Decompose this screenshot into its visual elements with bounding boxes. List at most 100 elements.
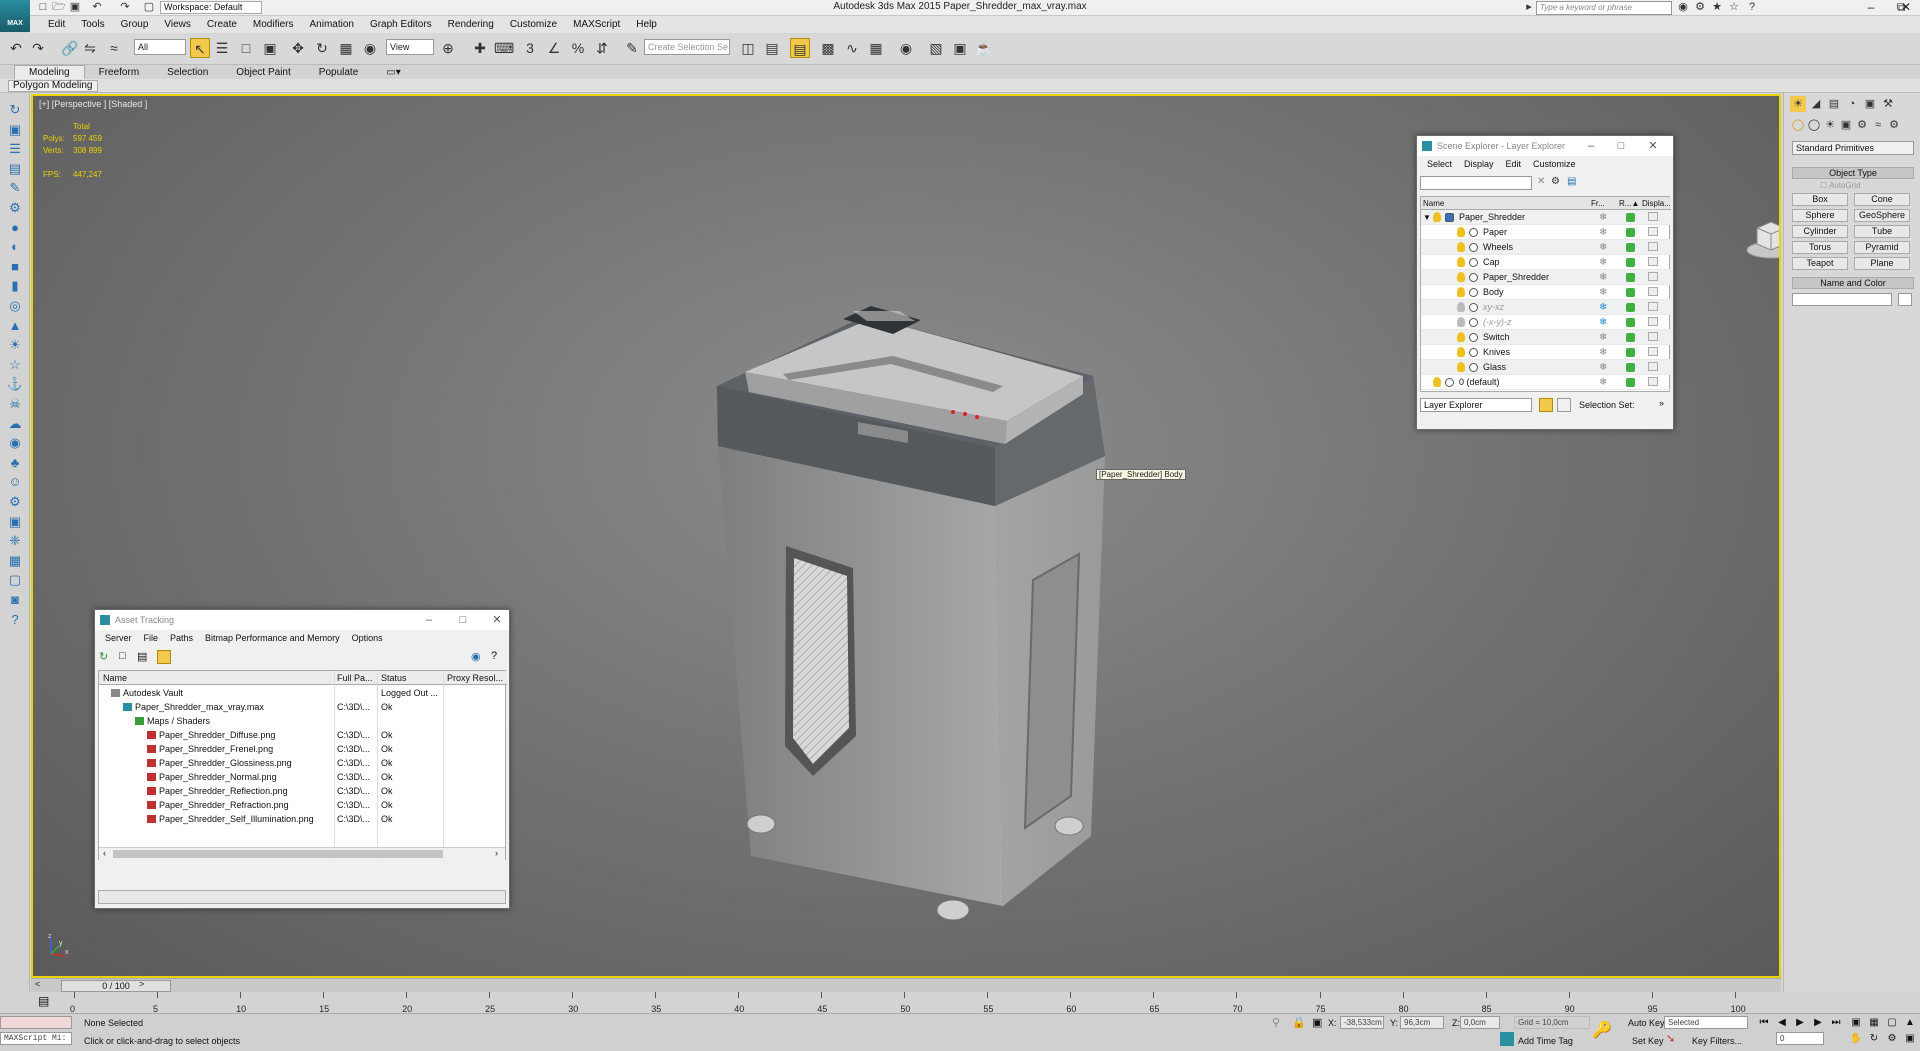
refresh-icon[interactable]: ↻ [99,650,108,663]
primitive-pyramid-button[interactable]: Pyramid [1854,241,1910,254]
layer-row[interactable]: Wheels ❄ [1421,240,1671,255]
select-by-name-icon[interactable]: ☰ [212,38,232,58]
absolute-mode-icon[interactable]: ▣ [1312,1016,1322,1029]
select-object-icon[interactable]: ↖ [190,38,210,58]
display-icon[interactable] [1648,347,1658,356]
hierarchy-tab-icon[interactable]: ▤ [1826,96,1842,112]
selection-filter-dropdown[interactable]: All [134,39,186,55]
renderable-icon[interactable] [1626,318,1635,327]
close-icon[interactable]: ✕ [483,610,511,630]
isolate-icon[interactable]: ⚲ [1272,1016,1280,1029]
cameras-icon[interactable]: ▣ [1838,117,1854,133]
maxscript-mini-listener[interactable]: MAXScript Mi: [0,1032,72,1045]
redo-icon[interactable]: ↷ [118,1,132,14]
x-coordinate-field[interactable]: -38,533cm [1340,1016,1384,1029]
menu-maxscript[interactable]: MAXScript [565,19,628,30]
freeze-icon[interactable]: ❄ [1599,345,1607,360]
paper-shredder-model[interactable] [653,216,1113,936]
display-icon[interactable] [1648,242,1658,251]
renderable-icon[interactable] [1626,213,1635,222]
asset-row[interactable]: Paper_Shredder_Self_Illumination.png C:\3… [99,812,507,826]
lock-selection-icon[interactable]: 🔒 [1292,1016,1306,1029]
render-production-icon[interactable]: ☕ [974,38,994,58]
scroll-thumb[interactable] [113,850,443,858]
object-name-input[interactable] [1792,293,1892,306]
cone-icon[interactable]: ▲ [6,317,24,335]
pivot-center-icon[interactable]: ⊕ [438,38,458,58]
layer-row[interactable]: Paper ❄ [1421,225,1671,240]
asset-row[interactable]: Paper_Shredder_Refraction.png C:\3D\... Ok [99,798,507,812]
key-mode-dropdown[interactable]: Selected [1664,1016,1748,1029]
display-icon[interactable] [1648,302,1658,311]
polygon-modeling-button[interactable]: Polygon Modeling [8,80,98,92]
horizontal-scrollbar[interactable]: ‹ › [99,847,505,860]
ribbon-tab-selection[interactable]: Selection [153,67,222,78]
undo-icon[interactable]: ↶ [6,38,26,58]
space-warps-icon[interactable]: ≈ [1870,117,1886,133]
primitive-plane-button[interactable]: Plane [1854,257,1910,270]
column-display[interactable]: Displa... [1642,197,1671,210]
previous-frame-icon[interactable]: ◀ [1774,1016,1790,1030]
column-name[interactable]: Name [1423,197,1444,210]
viewcube[interactable] [1745,216,1781,260]
current-frame-field[interactable]: 0 [1776,1032,1824,1045]
communication-icon[interactable]: ★ [1710,1,1724,14]
display-icon[interactable] [1648,362,1658,371]
lights-icon[interactable]: ☀ [1822,117,1838,133]
app-logo[interactable]: MAX [0,0,30,32]
render-setup-icon[interactable]: ▧ [926,38,946,58]
modifier-icon[interactable]: ⚙ [6,199,24,217]
maximize-viewport-icon[interactable]: ▢ [1884,1016,1900,1030]
renderable-icon[interactable] [1626,378,1635,387]
frame-icon[interactable]: ▢ [6,571,24,589]
freeze-icon[interactable]: ❄ [1599,375,1607,390]
shapes-icon[interactable]: ◯ [1806,117,1822,133]
renderable-icon[interactable] [1626,303,1635,312]
new-icon[interactable]: □ [119,650,126,662]
renderable-icon[interactable] [1626,348,1635,357]
layer-row[interactable]: Body ❄ [1421,285,1671,300]
se-menu-customize[interactable]: Customize [1527,159,1582,169]
freeze-icon[interactable]: ❄ [1599,210,1607,225]
key-icon[interactable]: 🔑 [1592,1020,1612,1040]
scene-explorer-search-input[interactable] [1420,176,1532,190]
menu-tools[interactable]: Tools [73,19,112,30]
scene-explorer-titlebar[interactable]: Scene Explorer - Layer Explorer – □ ✕ [1417,136,1673,156]
renderable-icon[interactable] [1626,333,1635,342]
minimize-icon[interactable]: – [415,610,443,630]
asset-row[interactable]: Paper_Shredder_Reflection.png C:\3D\... Ok [99,784,507,798]
helpers-icon[interactable]: ⚙ [1854,117,1870,133]
zoom-all-icon[interactable]: ▦ [1866,1016,1882,1030]
close-icon[interactable]: ✕ [1639,136,1667,156]
layer-row[interactable]: Knives ❄ [1421,345,1671,360]
time-tag-icon[interactable] [1500,1032,1514,1046]
rendered-frame-window-icon[interactable]: ▣ [950,38,970,58]
undo-icon[interactable]: ↶ [90,1,104,14]
reference-coord-dropdown[interactable]: View [386,39,434,55]
snaps-toggle-icon[interactable]: 3 [520,38,540,58]
subscription-icon[interactable]: ⚙ [1693,1,1707,14]
select-manipulate-icon[interactable]: ✚ [470,38,490,58]
vault-icon[interactable]: ◉ [471,650,481,663]
primitive-sphere-button[interactable]: Sphere [1792,209,1848,222]
layer-row[interactable]: 0 (default) ❄ [1421,375,1671,390]
spinner-snap-icon[interactable]: ⇵ [592,38,612,58]
expand-icon[interactable]: ▸ [1522,1,1536,14]
visibility-icon[interactable] [1457,272,1465,282]
display-icon[interactable] [1648,212,1658,221]
freeze-icon[interactable]: ❄ [1599,225,1607,240]
next-frame-icon[interactable]: ▶ [1810,1016,1826,1030]
rotate-icon[interactable]: ↻ [312,38,332,58]
light-icon[interactable]: ☆ [6,356,24,374]
help-icon[interactable]: ? [1745,1,1759,14]
geometry-icon[interactable]: ◯ [1790,117,1806,133]
toggle-ribbon-icon[interactable]: ▩ [818,38,838,58]
add-time-tag[interactable]: Add Time Tag [1518,1036,1573,1046]
favorites-icon[interactable]: ☆ [1727,1,1741,14]
redo-icon[interactable]: ↷ [28,38,48,58]
layer-row[interactable]: Switch ❄ [1421,330,1671,345]
help-icon[interactable]: ? [491,650,497,662]
primitive-box-button[interactable]: Box [1792,193,1848,206]
key-filters-button[interactable]: Key Filters... [1692,1036,1742,1046]
display-icon[interactable] [1648,317,1658,326]
